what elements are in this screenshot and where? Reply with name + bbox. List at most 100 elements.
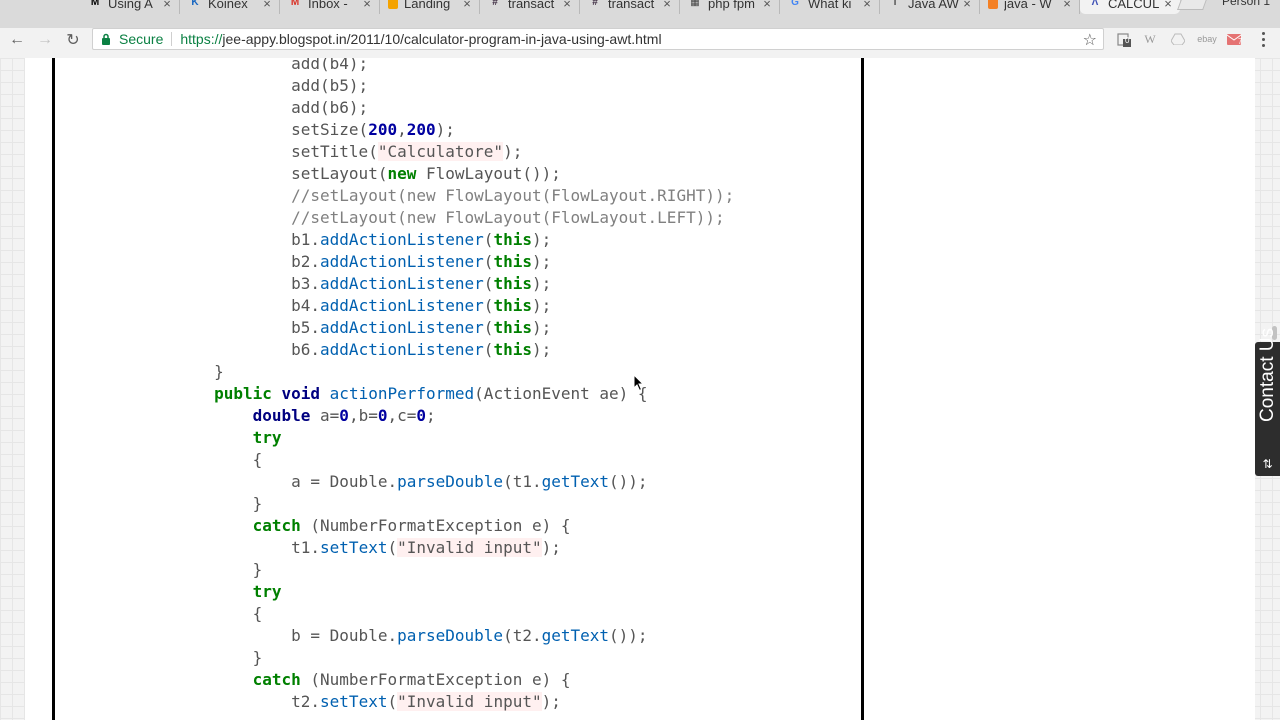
tab-4[interactable]: # transact × bbox=[480, 0, 580, 14]
extension-counter-icon[interactable]: 0 bbox=[1114, 30, 1134, 48]
tab-close-icon[interactable]: × bbox=[961, 0, 973, 11]
code-token: setLayout( bbox=[137, 164, 388, 183]
code-token: , bbox=[397, 120, 407, 139]
tab-close-icon[interactable]: × bbox=[1061, 0, 1073, 11]
code-token: ); bbox=[435, 120, 455, 139]
code-token: try bbox=[252, 428, 282, 447]
tab-7[interactable]: G What ki × bbox=[780, 0, 880, 14]
tab-0[interactable]: M Using A × bbox=[80, 0, 180, 14]
tab-list: M Using A × K Koinex × M Inbox - × Landing × # tran… bbox=[80, 0, 1180, 14]
tab-title: java - W bbox=[1004, 0, 1052, 11]
tab-close-icon[interactable]: × bbox=[461, 0, 473, 11]
code-token: ); bbox=[531, 274, 552, 293]
code-token: b6. bbox=[137, 340, 321, 359]
tab-8[interactable]: T Java AW × bbox=[880, 0, 980, 14]
code-token: "Invalid input" bbox=[397, 538, 542, 557]
mail-extension-icon[interactable]: 7 bbox=[1226, 30, 1244, 48]
wikipedia-extension-icon[interactable]: W bbox=[1142, 30, 1158, 48]
code-token: void bbox=[281, 384, 321, 403]
tab-9[interactable]: java - W × bbox=[980, 0, 1080, 14]
code-line: } bbox=[137, 493, 734, 515]
code-token: b3. bbox=[137, 274, 321, 293]
code-token: double bbox=[252, 406, 311, 425]
tab-close-icon[interactable]: × bbox=[861, 0, 873, 11]
code-token: addActionListener bbox=[320, 274, 484, 293]
back-button[interactable]: ← bbox=[6, 29, 28, 51]
code-token: addActionListener bbox=[320, 340, 484, 359]
code-token: ); bbox=[503, 142, 523, 161]
code-token: (t1. bbox=[503, 472, 542, 491]
code-token: 200 bbox=[406, 120, 436, 139]
code-token: "Calculatore" bbox=[377, 142, 504, 161]
code-token: a= bbox=[310, 406, 340, 425]
browser-menu-icon[interactable] bbox=[1260, 30, 1266, 48]
code-line: add(b5); bbox=[137, 75, 734, 97]
code-token: (NumberFormatException e) { bbox=[300, 670, 571, 689]
code-block: add(b3); add(b4); add(b5); add(b6); setS… bbox=[52, 58, 864, 720]
address-bar[interactable]: Secure https://jee-appy.blogspot.in/2011… bbox=[92, 28, 1104, 50]
code-token: setText bbox=[320, 538, 388, 557]
code-token: ( bbox=[483, 274, 494, 293]
code-token: getText bbox=[541, 472, 610, 491]
tutorialspoint-icon: T bbox=[891, 0, 899, 8]
drive-extension-icon[interactable] bbox=[1170, 30, 1186, 48]
code-token: catch bbox=[252, 516, 301, 535]
url-text[interactable]: https://jee-appy.blogspot.in/2011/10/cal… bbox=[180, 31, 661, 47]
code-token: { bbox=[137, 450, 263, 469]
tab-1[interactable]: K Koinex × bbox=[180, 0, 280, 14]
tab-title: transact bbox=[608, 0, 655, 11]
code-token: setTitle( bbox=[137, 142, 378, 161]
tab-3[interactable]: Landing × bbox=[380, 0, 480, 14]
code-line: //setLayout(new FlowLayout(FlowLayout.LE… bbox=[137, 207, 734, 229]
code-line: t2.setText("Invalid input"); bbox=[137, 691, 734, 713]
tab-title: Using A bbox=[108, 0, 153, 11]
new-tab-button[interactable] bbox=[1177, 0, 1209, 10]
code-token: new bbox=[387, 164, 417, 183]
code-token: addActionListener bbox=[320, 296, 484, 315]
ebay-extension-icon[interactable]: ebay bbox=[1196, 30, 1218, 48]
tab-6[interactable]: ▦ php fpm × bbox=[680, 0, 780, 14]
code-token: setSize( bbox=[137, 120, 369, 139]
tab-close-icon[interactable]: × bbox=[361, 0, 373, 11]
code-token: } bbox=[137, 560, 263, 579]
blogger-icon: Λ bbox=[1091, 0, 1099, 8]
code-token: 0 bbox=[416, 406, 427, 425]
code-token: add(b4); bbox=[137, 58, 369, 73]
contact-us-tab[interactable]: Contact Us ⇅ bbox=[1255, 328, 1280, 476]
tab-5[interactable]: # transact × bbox=[580, 0, 680, 14]
google-icon: G bbox=[791, 0, 799, 8]
code-line: b3.addActionListener(this); bbox=[137, 273, 734, 295]
tab-close-icon[interactable]: × bbox=[561, 0, 573, 11]
code-token: getText bbox=[541, 626, 610, 645]
slack-channel-icon: # bbox=[492, 0, 498, 8]
code-line: setTitle("Calculatore"); bbox=[137, 141, 734, 163]
code-token: "Invalid input" bbox=[397, 692, 542, 711]
tab-close-icon[interactable]: × bbox=[1162, 0, 1174, 11]
tab-2[interactable]: M Inbox - × bbox=[280, 0, 380, 14]
reload-button[interactable]: ↻ bbox=[62, 29, 84, 51]
secure-label: Secure bbox=[119, 31, 164, 47]
profile-button[interactable]: Person 1 bbox=[1222, 0, 1270, 8]
code-line: b = Double.parseDouble(t2.getText()); bbox=[137, 625, 734, 647]
tab-close-icon[interactable]: × bbox=[761, 0, 773, 11]
tab-close-icon[interactable]: × bbox=[261, 0, 273, 11]
forward-button[interactable]: → bbox=[34, 29, 56, 51]
url-path: /2011/10/calculator-program-in-java-usin… bbox=[346, 31, 662, 47]
tab-close-icon[interactable]: × bbox=[161, 0, 173, 11]
grid-icon: ▦ bbox=[690, 0, 700, 8]
tab-close-icon[interactable]: × bbox=[661, 0, 673, 11]
bookmark-star-icon[interactable]: ☆ bbox=[1083, 30, 1097, 50]
code-line: } bbox=[137, 647, 734, 669]
code-line: } bbox=[137, 559, 734, 581]
code-line: { bbox=[137, 603, 734, 625]
tab-title: CALCUL bbox=[1108, 0, 1160, 11]
code-token: FlowLayout()); bbox=[416, 164, 561, 183]
code-line: setSize(200,200); bbox=[137, 119, 734, 141]
tab-10[interactable]: Λ CALCUL × bbox=[1080, 0, 1180, 14]
code-token: ( bbox=[483, 318, 494, 337]
code-token: ); bbox=[531, 230, 552, 249]
